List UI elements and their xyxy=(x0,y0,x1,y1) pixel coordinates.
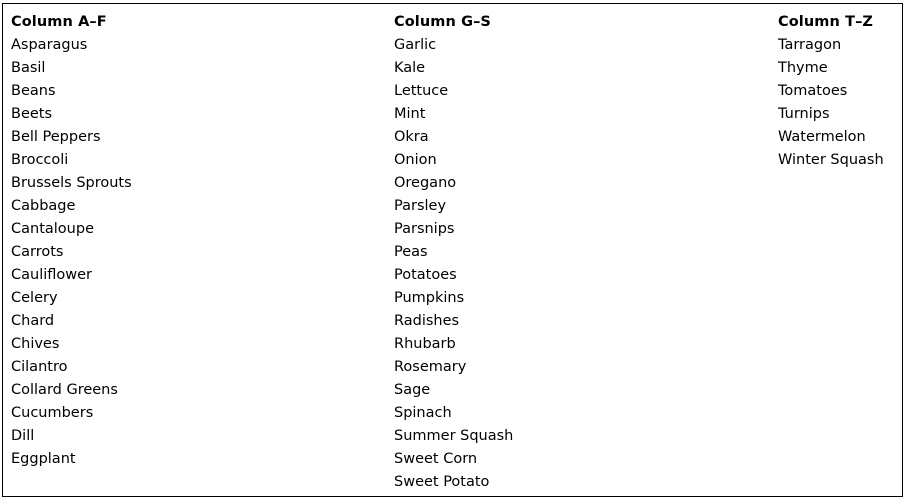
list-item: Dill xyxy=(11,428,35,444)
list-item: Kale xyxy=(394,60,426,76)
list-item: Summer Squash xyxy=(394,428,514,444)
list-item: Pumpkins xyxy=(394,290,465,306)
list-item: Cucumbers xyxy=(11,405,94,421)
list-column-g-s: Column G–S Garlic Kale Lettuce Mint Okra… xyxy=(394,11,764,494)
list-item: Oregano xyxy=(394,175,457,191)
list-item: Brussels Sprouts xyxy=(11,175,132,191)
list-item: Mint xyxy=(394,106,426,122)
list-item: Winter Squash xyxy=(778,152,884,168)
list-item: Sweet Potato xyxy=(394,474,490,490)
list-item: Tomatoes xyxy=(778,83,848,99)
list-item: Potatoes xyxy=(394,267,457,283)
list-item: Asparagus xyxy=(11,37,88,53)
list-item: Eggplant xyxy=(11,451,76,467)
list-item: Cantaloupe xyxy=(11,221,94,237)
column-container: Column A–F Asparagus Basil Beans Beets B… xyxy=(3,4,902,496)
list-item: Parsley xyxy=(394,198,447,214)
list-item: Parsnips xyxy=(394,221,455,237)
column-header-t-z: Column T–Z xyxy=(778,14,874,30)
list-item: Beans xyxy=(11,83,56,99)
list-item: Turnips xyxy=(778,106,830,122)
column-header-a-f: Column A–F xyxy=(11,14,107,30)
list-item: Beets xyxy=(11,106,53,122)
list-item: Rhubarb xyxy=(394,336,456,352)
list-column-a-f: Column A–F Asparagus Basil Beans Beets B… xyxy=(11,11,381,471)
list-item: Spinach xyxy=(394,405,452,421)
list-item: Collard Greens xyxy=(11,382,118,398)
list-item: Cauliflower xyxy=(11,267,93,283)
list-item: Bell Peppers xyxy=(11,129,101,145)
list-item: Cabbage xyxy=(11,198,76,214)
list-item: Okra xyxy=(394,129,429,145)
list-item: Radishes xyxy=(394,313,460,329)
list-item: Watermelon xyxy=(778,129,866,145)
list-column-t-z: Column T–Z Tarragon Thyme Tomatoes Turni… xyxy=(778,11,898,172)
item-list-a-f: Asparagus Basil Beans Beets Bell Peppers… xyxy=(11,34,381,471)
list-item: Rosemary xyxy=(394,359,467,375)
item-list-g-s: Garlic Kale Lettuce Mint Okra Onion Oreg… xyxy=(394,34,764,494)
list-frame: Column A–F Asparagus Basil Beans Beets B… xyxy=(2,3,903,497)
list-item: Celery xyxy=(11,290,58,306)
list-item: Broccoli xyxy=(11,152,69,168)
list-item: Sage xyxy=(394,382,431,398)
list-item: Peas xyxy=(394,244,428,260)
list-item: Carrots xyxy=(11,244,64,260)
list-item: Sweet Corn xyxy=(394,451,478,467)
list-item: Tarragon xyxy=(778,37,842,53)
column-header-g-s: Column G–S xyxy=(394,14,491,30)
item-list-t-z: Tarragon Thyme Tomatoes Turnips Watermel… xyxy=(778,34,898,172)
list-item: Lettuce xyxy=(394,83,449,99)
list-item: Onion xyxy=(394,152,437,168)
list-item: Basil xyxy=(11,60,46,76)
list-item: Thyme xyxy=(778,60,828,76)
list-item: Cilantro xyxy=(11,359,68,375)
list-item: Garlic xyxy=(394,37,437,53)
list-item: Chives xyxy=(11,336,60,352)
list-item: Chard xyxy=(11,313,55,329)
